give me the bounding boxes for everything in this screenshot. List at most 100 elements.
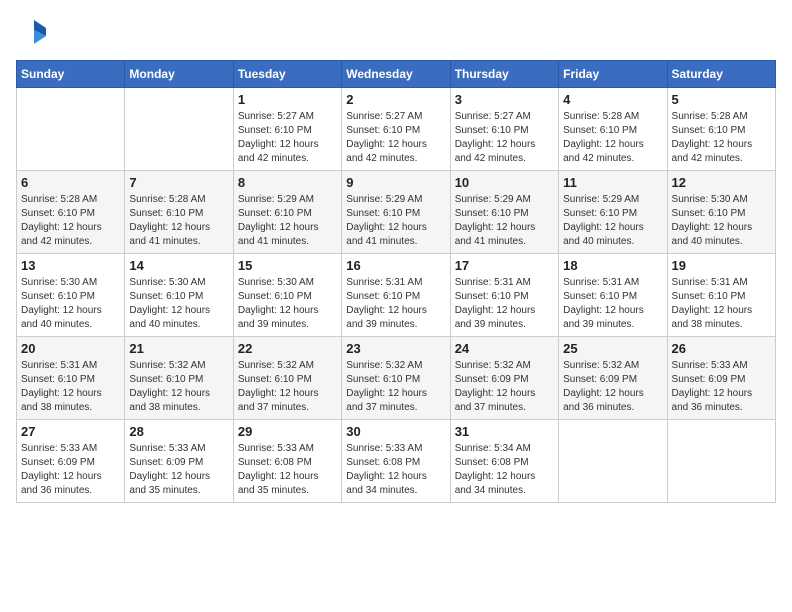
day-number: 19	[672, 258, 771, 273]
day-info: Sunrise: 5:33 AM Sunset: 6:09 PM Dayligh…	[672, 359, 771, 415]
day-info: Sunrise: 5:33 AM Sunset: 6:08 PM Dayligh…	[238, 442, 337, 498]
day-info: Sunrise: 5:30 AM Sunset: 6:10 PM Dayligh…	[672, 193, 771, 249]
calendar-cell: 25 Sunrise: 5:32 AM Sunset: 6:09 PM Dayli…	[559, 337, 667, 420]
calendar-header: SundayMondayTuesdayWednesdayThursdayFrid…	[17, 61, 776, 88]
day-info: Sunrise: 5:32 AM Sunset: 6:10 PM Dayligh…	[238, 359, 337, 415]
day-number: 30	[346, 424, 445, 439]
calendar-cell: 13Sunrise: 5:30 AM Sunset: 6:10 PM Dayli…	[17, 254, 125, 337]
weekday-header-thursday: Thursday	[450, 61, 558, 88]
calendar-cell: 14 Sunrise: 5:30 AM Sunset: 6:10 PM Dayli…	[125, 254, 233, 337]
day-number: 17	[455, 258, 554, 273]
calendar-cell: 10Sunrise: 5:29 AM Sunset: 6:10 PM Dayli…	[450, 171, 558, 254]
calendar-cell: 21 Sunrise: 5:32 AM Sunset: 6:10 PM Dayli…	[125, 337, 233, 420]
day-info: Sunrise: 5:31 AM Sunset: 6:10 PM Dayligh…	[563, 276, 662, 332]
calendar-cell: 9 Sunrise: 5:29 AM Sunset: 6:10 PM Daylig…	[342, 171, 450, 254]
day-info: Sunrise: 5:33 AM Sunset: 6:09 PM Dayligh…	[129, 442, 228, 498]
calendar-cell: 7Sunrise: 5:28 AM Sunset: 6:10 PM Daylig…	[125, 171, 233, 254]
weekday-header-sunday: Sunday	[17, 61, 125, 88]
day-number: 9	[346, 175, 445, 190]
day-info: Sunrise: 5:34 AM Sunset: 6:08 PM Dayligh…	[455, 442, 554, 498]
calendar-cell: 12 Sunrise: 5:30 AM Sunset: 6:10 PM Dayli…	[667, 171, 775, 254]
calendar-cell: 22 Sunrise: 5:32 AM Sunset: 6:10 PM Dayli…	[233, 337, 341, 420]
day-info: Sunrise: 5:29 AM Sunset: 6:10 PM Dayligh…	[563, 193, 662, 249]
day-number: 23	[346, 341, 445, 356]
day-number: 2	[346, 92, 445, 107]
day-number: 20	[21, 341, 120, 356]
day-info: Sunrise: 5:30 AM Sunset: 6:10 PM Dayligh…	[238, 276, 337, 332]
day-number: 1	[238, 92, 337, 107]
day-info: Sunrise: 5:32 AM Sunset: 6:09 PM Dayligh…	[455, 359, 554, 415]
day-number: 7	[129, 175, 228, 190]
weekday-row: SundayMondayTuesdayWednesdayThursdayFrid…	[17, 61, 776, 88]
day-info: Sunrise: 5:31 AM Sunset: 6:10 PM Dayligh…	[672, 276, 771, 332]
calendar-cell: 4 Sunrise: 5:28 AM Sunset: 6:10 PM Daylig…	[559, 88, 667, 171]
day-info: Sunrise: 5:30 AM Sunset: 6:10 PM Dayligh…	[129, 276, 228, 332]
calendar-body: 1 Sunrise: 5:27 AM Sunset: 6:10 PM Daylig…	[17, 88, 776, 503]
day-number: 5	[672, 92, 771, 107]
weekday-header-monday: Monday	[125, 61, 233, 88]
calendar-cell	[125, 88, 233, 171]
day-number: 21	[129, 341, 228, 356]
calendar-cell: 29 Sunrise: 5:33 AM Sunset: 6:08 PM Dayli…	[233, 420, 341, 503]
day-number: 18	[563, 258, 662, 273]
day-number: 22	[238, 341, 337, 356]
day-number: 11	[563, 175, 662, 190]
day-number: 12	[672, 175, 771, 190]
calendar-table: SundayMondayTuesdayWednesdayThursdayFrid…	[16, 60, 776, 503]
day-number: 25	[563, 341, 662, 356]
calendar-cell: 3 Sunrise: 5:27 AM Sunset: 6:10 PM Daylig…	[450, 88, 558, 171]
day-number: 26	[672, 341, 771, 356]
weekday-header-tuesday: Tuesday	[233, 61, 341, 88]
day-info: Sunrise: 5:32 AM Sunset: 6:09 PM Dayligh…	[563, 359, 662, 415]
calendar-cell: 23 Sunrise: 5:32 AM Sunset: 6:10 PM Dayli…	[342, 337, 450, 420]
day-info: Sunrise: 5:29 AM Sunset: 6:10 PM Dayligh…	[346, 193, 445, 249]
calendar-cell: 27Sunrise: 5:33 AM Sunset: 6:09 PM Dayli…	[17, 420, 125, 503]
day-number: 8	[238, 175, 337, 190]
day-info: Sunrise: 5:27 AM Sunset: 6:10 PM Dayligh…	[455, 110, 554, 166]
day-info: Sunrise: 5:29 AM Sunset: 6:10 PM Dayligh…	[455, 193, 554, 249]
calendar-cell: 11 Sunrise: 5:29 AM Sunset: 6:10 PM Dayli…	[559, 171, 667, 254]
day-number: 14	[129, 258, 228, 273]
day-number: 16	[346, 258, 445, 273]
calendar-cell: 19 Sunrise: 5:31 AM Sunset: 6:10 PM Dayli…	[667, 254, 775, 337]
day-info: Sunrise: 5:28 AM Sunset: 6:10 PM Dayligh…	[21, 193, 120, 249]
logo	[16, 16, 52, 48]
calendar-cell: 5 Sunrise: 5:28 AM Sunset: 6:10 PM Daylig…	[667, 88, 775, 171]
day-number: 31	[455, 424, 554, 439]
weekday-header-friday: Friday	[559, 61, 667, 88]
calendar-week-row: 27Sunrise: 5:33 AM Sunset: 6:09 PM Dayli…	[17, 420, 776, 503]
day-info: Sunrise: 5:31 AM Sunset: 6:10 PM Dayligh…	[455, 276, 554, 332]
day-info: Sunrise: 5:28 AM Sunset: 6:10 PM Dayligh…	[563, 110, 662, 166]
calendar-cell: 31 Sunrise: 5:34 AM Sunset: 6:08 PM Dayli…	[450, 420, 558, 503]
calendar-cell	[559, 420, 667, 503]
calendar-cell: 20 Sunrise: 5:31 AM Sunset: 6:10 PM Dayli…	[17, 337, 125, 420]
day-info: Sunrise: 5:31 AM Sunset: 6:10 PM Dayligh…	[21, 359, 120, 415]
day-number: 28	[129, 424, 228, 439]
weekday-header-saturday: Saturday	[667, 61, 775, 88]
calendar-week-row: 20 Sunrise: 5:31 AM Sunset: 6:10 PM Dayli…	[17, 337, 776, 420]
day-info: Sunrise: 5:31 AM Sunset: 6:10 PM Dayligh…	[346, 276, 445, 332]
calendar-cell: 18 Sunrise: 5:31 AM Sunset: 6:10 PM Dayli…	[559, 254, 667, 337]
day-info: Sunrise: 5:32 AM Sunset: 6:10 PM Dayligh…	[346, 359, 445, 415]
page-header	[16, 16, 776, 48]
day-info: Sunrise: 5:33 AM Sunset: 6:08 PM Dayligh…	[346, 442, 445, 498]
day-info: Sunrise: 5:32 AM Sunset: 6:10 PM Dayligh…	[129, 359, 228, 415]
calendar-week-row: 13 Sunrise: 5:30 AM Sunset: 6:10 PM Dayli…	[17, 254, 776, 337]
calendar-week-row: 1 Sunrise: 5:27 AM Sunset: 6:10 PM Daylig…	[17, 88, 776, 171]
calendar-cell: 28 Sunrise: 5:33 AM Sunset: 6:09 PM Dayli…	[125, 420, 233, 503]
calendar-cell: 24 Sunrise: 5:32 AM Sunset: 6:09 PM Dayli…	[450, 337, 558, 420]
day-number: 24	[455, 341, 554, 356]
day-number: 4	[563, 92, 662, 107]
day-info: Sunrise: 5:29 AM Sunset: 6:10 PM Dayligh…	[238, 193, 337, 249]
logo-icon	[16, 16, 48, 48]
day-number: 13	[21, 258, 120, 273]
day-number: 3	[455, 92, 554, 107]
calendar-cell: 26 Sunrise: 5:33 AM Sunset: 6:09 PM Dayli…	[667, 337, 775, 420]
calendar-cell: 16 Sunrise: 5:31 AM Sunset: 6:10 PM Dayli…	[342, 254, 450, 337]
calendar-cell: 15Sunrise: 5:30 AM Sunset: 6:10 PM Dayli…	[233, 254, 341, 337]
day-info: Sunrise: 5:28 AM Sunset: 6:10 PM Dayligh…	[672, 110, 771, 166]
calendar-week-row: 6Sunrise: 5:28 AM Sunset: 6:10 PM Daylig…	[17, 171, 776, 254]
day-info: Sunrise: 5:27 AM Sunset: 6:10 PM Dayligh…	[346, 110, 445, 166]
calendar-cell: 30 Sunrise: 5:33 AM Sunset: 6:08 PM Dayli…	[342, 420, 450, 503]
day-number: 29	[238, 424, 337, 439]
